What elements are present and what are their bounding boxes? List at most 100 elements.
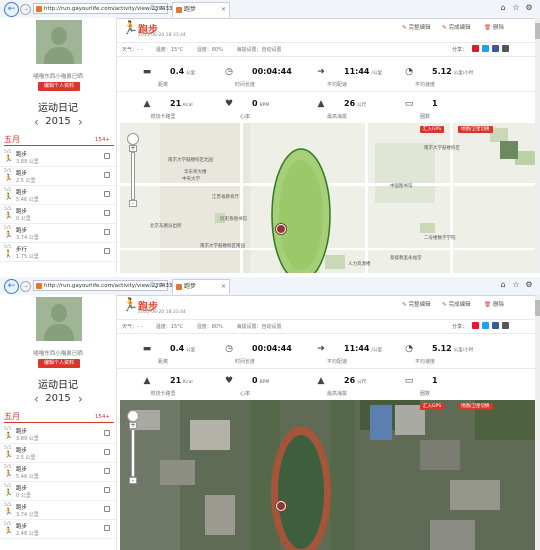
scrollbar[interactable] — [535, 18, 540, 273]
weather-info: 天气：- - 温度：15°C 湿度：80% 海拔设置：自动设置 — [122, 46, 293, 53]
settings-gear-icon[interactable]: ⚙ — [524, 279, 534, 291]
complete-edit-button[interactable]: ✎ 完成编辑 — [442, 300, 471, 308]
qq-icon[interactable] — [482, 45, 489, 52]
favorites-icon[interactable]: ☆ — [511, 279, 521, 291]
back-icon[interactable]: ← — [4, 2, 19, 17]
complete-edit-label: 完成编辑 — [448, 302, 471, 308]
zoom-slider[interactable] — [131, 429, 135, 477]
facebook-icon[interactable] — [492, 45, 499, 52]
stat-value: 21 — [170, 376, 182, 385]
search-icon[interactable]: 🔍 — [150, 280, 157, 291]
tab-close-icon[interactable]: × — [221, 3, 226, 17]
import-gps-button[interactable]: 汇入GPS — [420, 403, 445, 410]
year-label: 2015 — [45, 393, 71, 404]
route-map[interactable]: 汇入GPS 地图/卫星切换 + - — [120, 400, 540, 550]
list-item[interactable]: 5/5 🏃 跑步 2.5 公里 — [0, 167, 116, 186]
stat-value: 00:04:44 — [252, 67, 292, 76]
more-share-icon[interactable] — [502, 45, 509, 52]
facebook-icon[interactable] — [492, 322, 499, 329]
refresh-icon[interactable]: ↻ — [160, 280, 165, 291]
delete-button[interactable]: 🗑 删除 — [484, 300, 504, 308]
list-item[interactable]: 5/5 🚶 步行 1.75 公里 — [0, 243, 116, 262]
start-pin-icon[interactable] — [276, 224, 286, 234]
settings-gear-icon[interactable]: ⚙ — [524, 2, 534, 14]
month-count: 154+ — [94, 137, 110, 143]
zoom-out-button[interactable]: - — [129, 200, 137, 207]
item-title: 跑步 — [16, 171, 28, 177]
full-edit-button[interactable]: ✎ 完整编辑 — [402, 23, 431, 31]
item-value: 2.48 公里 — [16, 531, 39, 537]
zoom-out-button[interactable]: - — [129, 477, 137, 484]
route-map[interactable]: 汇入GPS 地图/卫星切换 + - 南京大学鼓楼校区北园 华东师大楼 江苏省教育… — [120, 123, 540, 273]
weibo-icon[interactable] — [472, 45, 479, 52]
avatar[interactable] — [36, 297, 82, 341]
username: 喵喵东西小喵鼻已晒 — [33, 351, 83, 357]
list-item[interactable]: 5/5 🏃 跑步 3.89 公里 — [0, 425, 116, 444]
humidity-text: 湿度：80% — [196, 324, 223, 330]
qq-icon[interactable] — [482, 322, 489, 329]
list-item[interactable]: 5/5 🏃 跑步 0 公里 — [0, 205, 116, 224]
forward-icon[interactable]: → — [20, 4, 31, 15]
share-label: 分享： — [452, 324, 468, 330]
list-item[interactable]: 5/5 🏃 跑步 3.74 公里 — [0, 501, 116, 520]
mountain-icon: ▲ — [317, 99, 325, 109]
stat-unit: Kcal — [183, 380, 193, 385]
runner-icon: 🏃 — [4, 451, 13, 459]
address-bar[interactable]: http://run.gayourlife.com/activity/view/… — [33, 280, 172, 291]
zoom-in-button[interactable]: + — [129, 145, 137, 152]
list-item[interactable]: 5/5 🏃 跑步 3.74 公里 — [0, 224, 116, 243]
runner-icon: 🏃 — [4, 155, 13, 163]
item-title: 跑步 — [16, 467, 28, 473]
forward-icon[interactable]: → — [20, 281, 31, 292]
full-edit-button[interactable]: ✎ 完整编辑 — [402, 300, 431, 308]
runner-icon: 🏃 — [4, 174, 13, 182]
refresh-icon[interactable]: ↻ — [160, 3, 165, 14]
edit-profile-button[interactable]: 编辑个人资料 — [38, 82, 80, 91]
home-icon[interactable]: ⌂ — [498, 279, 508, 291]
scrollbar-thumb[interactable] — [535, 23, 540, 39]
zoom-slider[interactable] — [131, 152, 135, 200]
next-year-icon[interactable]: › — [78, 115, 83, 129]
pan-control[interactable] — [127, 410, 139, 422]
map-label: 历史系图书馆 — [220, 217, 247, 222]
map-satellite-toggle[interactable]: 地图/卫星切换 — [458, 126, 493, 133]
complete-edit-button[interactable]: ✎ 完成编辑 — [442, 23, 471, 31]
address-bar[interactable]: http://run.gayourlife.com/activity/view/… — [33, 3, 172, 14]
stat-label: 燃烧卡路里 — [150, 114, 176, 120]
month-label[interactable]: 五月 — [4, 134, 20, 145]
browser-tab[interactable]: 跑步 × — [172, 2, 230, 17]
avatar[interactable] — [36, 20, 82, 64]
scrollbar-thumb[interactable] — [535, 300, 540, 316]
screenshot-satellite-map: ← → http://run.gayourlife.com/activity/v… — [0, 277, 540, 550]
item-title: 跑步 — [16, 152, 28, 158]
edit-profile-button[interactable]: 编辑个人资料 — [38, 359, 80, 368]
scrollbar[interactable] — [535, 295, 540, 550]
browser-tab[interactable]: 跑步 × — [172, 279, 230, 294]
map-label: 基督教圣永福堂 — [390, 256, 422, 261]
list-item[interactable]: 5/5 🏃 跑步 2.5 公里 — [0, 444, 116, 463]
home-icon[interactable]: ⌂ — [498, 2, 508, 14]
back-icon[interactable]: ← — [4, 279, 19, 294]
next-year-icon[interactable]: › — [78, 392, 83, 406]
runner-icon: 🏃 — [122, 298, 139, 313]
list-item[interactable]: 5/5 🏃 跑步 3.89 公里 — [0, 148, 116, 167]
weibo-icon[interactable] — [472, 322, 479, 329]
divider — [116, 368, 540, 369]
list-item[interactable]: 5/5 🏃 跑步 5.46 公里 — [0, 186, 116, 205]
list-item[interactable]: 5/5 🏃 跑步 5.46 公里 — [0, 463, 116, 482]
search-icon[interactable]: 🔍 — [150, 3, 157, 14]
item-title: 跑步 — [16, 524, 28, 530]
speed-icon: ➜ — [317, 344, 325, 354]
map-satellite-toggle[interactable]: 地图/卫星切换 — [458, 403, 493, 410]
month-label[interactable]: 五月 — [4, 411, 20, 422]
delete-button[interactable]: 🗑 删除 — [484, 23, 504, 31]
zoom-in-button[interactable]: + — [129, 422, 137, 429]
start-pin-icon[interactable] — [276, 501, 286, 511]
pan-control[interactable] — [127, 133, 139, 145]
favorites-icon[interactable]: ☆ — [511, 2, 521, 14]
tab-close-icon[interactable]: × — [221, 280, 226, 294]
list-item[interactable]: 5/5 🏃 跑步 0 公里 — [0, 482, 116, 501]
more-share-icon[interactable] — [502, 322, 509, 329]
import-gps-button[interactable]: 汇入GPS — [420, 126, 445, 133]
list-item[interactable]: 5/5 🏃 跑步 2.48 公里 — [0, 520, 116, 539]
